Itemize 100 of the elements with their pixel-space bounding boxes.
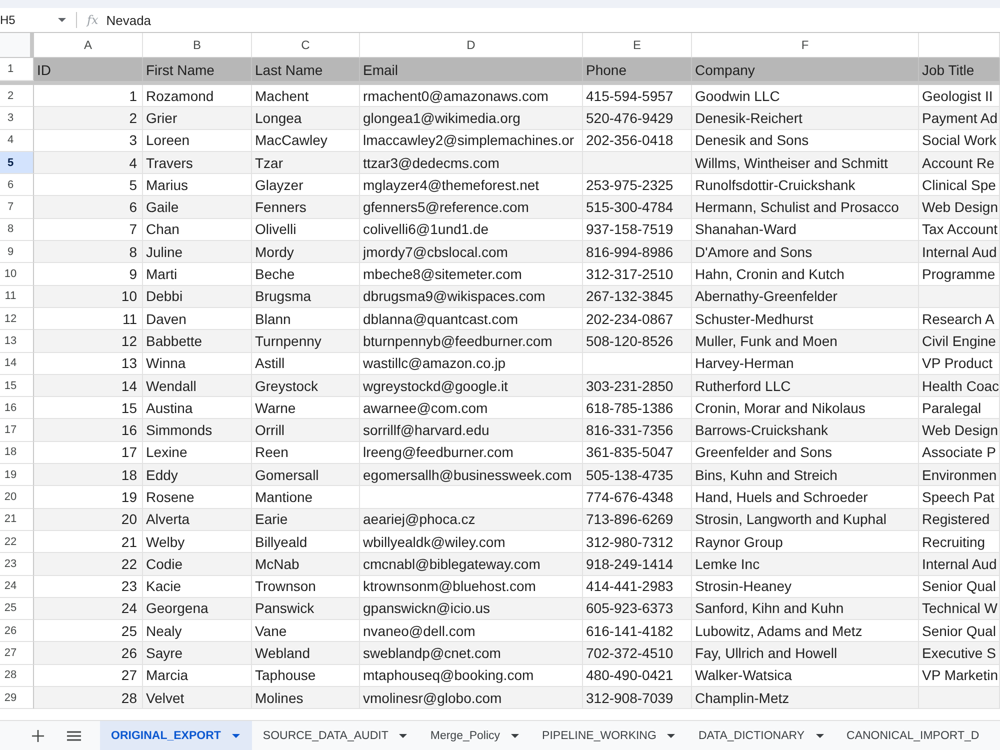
- row-number[interactable]: 14: [0, 352, 34, 375]
- row-number[interactable]: 17: [0, 419, 34, 442]
- table-cell: mtaphouseq@booking.com: [360, 664, 583, 688]
- row-number[interactable]: 24: [0, 576, 34, 598]
- table-cell: Blann: [252, 308, 360, 330]
- sheet-tab[interactable]: Merge_Policy: [419, 721, 532, 750]
- table-cell: 253-975-2325: [583, 174, 692, 196]
- header-cell: Email: [360, 58, 583, 81]
- row-number[interactable]: 10: [0, 263, 34, 286]
- table-cell: VP Marketin: [919, 664, 1000, 688]
- table-cell: Champlin-Metz: [692, 687, 919, 710]
- row-number[interactable]: 12: [0, 308, 34, 330]
- table-cell: ttzar3@dedecms.com: [360, 152, 583, 174]
- table-cell: 303-231-2850: [583, 374, 692, 398]
- table-cell: Gomersall: [252, 464, 360, 486]
- table-cell: McNab: [252, 553, 360, 576]
- table-cell: Marius: [143, 174, 252, 196]
- row-number[interactable]: 8: [0, 218, 34, 242]
- table-cell: 26: [34, 642, 143, 665]
- row-number[interactable]: 22: [0, 530, 34, 554]
- table-cell: Paralegal: [919, 397, 1000, 420]
- sheet-tab[interactable]: PIPELINE_WORKING: [531, 721, 688, 750]
- table-cell: dblanna@quantcast.com: [360, 308, 583, 330]
- column-letter[interactable]: D: [360, 33, 583, 58]
- table-cell: Speech Pat: [919, 486, 1000, 509]
- sheet-tab[interactable]: DATA_DICTIONARY: [687, 721, 836, 750]
- table-cell: 702-372-4510: [583, 642, 692, 665]
- table-cell: 918-249-1414: [583, 553, 692, 576]
- column-letter[interactable]: A: [34, 33, 143, 58]
- table-cell: glongea1@wikimedia.org: [360, 107, 583, 130]
- table-cell: 12: [34, 330, 143, 353]
- table-cell: 414-441-2983: [583, 576, 692, 598]
- row-number[interactable]: 9: [0, 241, 34, 264]
- table-cell: 7: [34, 218, 143, 242]
- sheet-tab[interactable]: CANONICAL_IMPORT_D: [836, 721, 992, 750]
- table-cell: Strosin, Langworth and Kuphal: [692, 508, 919, 531]
- table-cell: 2: [34, 107, 143, 130]
- table-cell: 515-300-4784: [583, 196, 692, 219]
- row-number[interactable]: 3: [0, 107, 34, 130]
- table-cell: 508-120-8526: [583, 330, 692, 353]
- table-cell: 25: [34, 620, 143, 642]
- table-cell: Wendall: [143, 374, 252, 398]
- table-cell: 21: [34, 530, 143, 554]
- table-cell: 312-317-2510: [583, 263, 692, 286]
- table-cell: 11: [34, 308, 143, 330]
- row-number[interactable]: 1: [0, 58, 34, 81]
- formula-field[interactable]: Nevada: [106, 8, 1000, 32]
- table-cell: Welby: [143, 530, 252, 554]
- table-cell: Tzar: [252, 152, 360, 174]
- table-cell: 616-141-4182: [583, 620, 692, 642]
- row-number[interactable]: 20: [0, 486, 34, 509]
- row-number[interactable]: 26: [0, 620, 34, 642]
- table-cell: Marti: [143, 263, 252, 286]
- table-cell: Georgena: [143, 598, 252, 620]
- table-cell: 3: [34, 130, 143, 152]
- name-box[interactable]: H5: [0, 8, 70, 32]
- row-number[interactable]: 27: [0, 642, 34, 665]
- table-cell: Account Re: [919, 152, 1000, 174]
- table-cell: 5: [34, 174, 143, 196]
- table-cell: jmordy7@cbslocal.com: [360, 241, 583, 264]
- column-letter[interactable]: E: [583, 33, 692, 58]
- row-number[interactable]: 7: [0, 196, 34, 219]
- row-number[interactable]: 19: [0, 464, 34, 486]
- row-number[interactable]: 16: [0, 397, 34, 420]
- row-number[interactable]: 25: [0, 598, 34, 620]
- row-number[interactable]: 29: [0, 687, 34, 710]
- table-cell: 774-676-4348: [583, 486, 692, 509]
- row-number[interactable]: 28: [0, 664, 34, 688]
- row-number[interactable]: 18: [0, 442, 34, 464]
- table-cell: Web Design: [919, 419, 1000, 442]
- row-number[interactable]: 2: [0, 85, 34, 108]
- table-cell: sorrillf@harvard.edu: [360, 419, 583, 442]
- column-letter[interactable]: C: [252, 33, 360, 58]
- table-cell: egomersallh@businessweek.com: [360, 464, 583, 486]
- column-letter[interactable]: B: [143, 33, 252, 58]
- table-cell: 23: [34, 576, 143, 598]
- sheet-tab[interactable]: SOURCE_DATA_AUDIT: [252, 721, 420, 750]
- table-cell: lmaccawley2@simplemachines.or: [360, 130, 583, 152]
- sheet-tab[interactable]: ORIGINAL_EXPORT: [100, 721, 252, 750]
- table-cell: 1: [34, 85, 143, 108]
- table-cell: Lexine: [143, 442, 252, 464]
- table-cell: Marcia: [143, 664, 252, 688]
- table-cell: Vane: [252, 620, 360, 642]
- row-number[interactable]: 23: [0, 553, 34, 576]
- table-cell: Daven: [143, 308, 252, 330]
- table-cell: Lubowitz, Adams and Metz: [692, 620, 919, 642]
- column-letter[interactable]: F: [692, 33, 919, 58]
- table-cell: 18: [34, 464, 143, 486]
- row-number[interactable]: 5: [0, 152, 34, 174]
- row-number[interactable]: 4: [0, 130, 34, 152]
- row-number[interactable]: 13: [0, 330, 34, 353]
- table-cell: Technical W: [919, 598, 1000, 620]
- table-cell: Social Work: [919, 130, 1000, 152]
- table-cell: 605-923-6373: [583, 598, 692, 620]
- row-number[interactable]: 15: [0, 374, 34, 398]
- table-cell: Senior Qual: [919, 576, 1000, 598]
- row-number[interactable]: 11: [0, 286, 34, 308]
- table-cell: Velvet: [143, 687, 252, 710]
- row-number[interactable]: 6: [0, 174, 34, 196]
- row-number[interactable]: 21: [0, 508, 34, 531]
